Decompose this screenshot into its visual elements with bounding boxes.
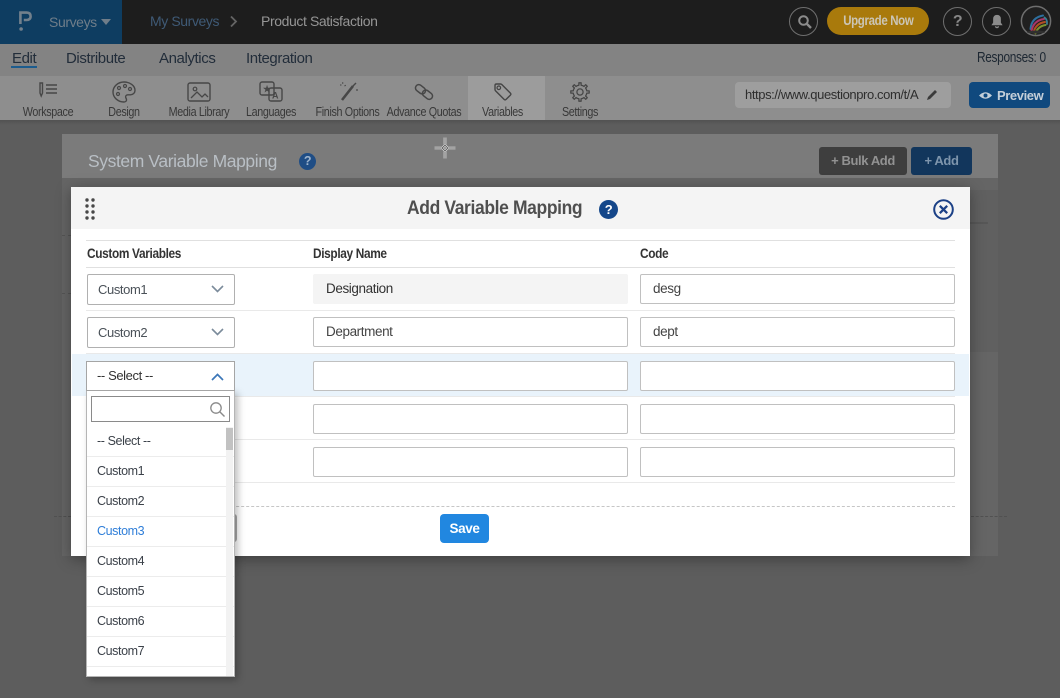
- svg-text:?: ?: [605, 202, 613, 217]
- svg-text:★: ★: [263, 84, 272, 94]
- svg-text:A: A: [272, 91, 279, 101]
